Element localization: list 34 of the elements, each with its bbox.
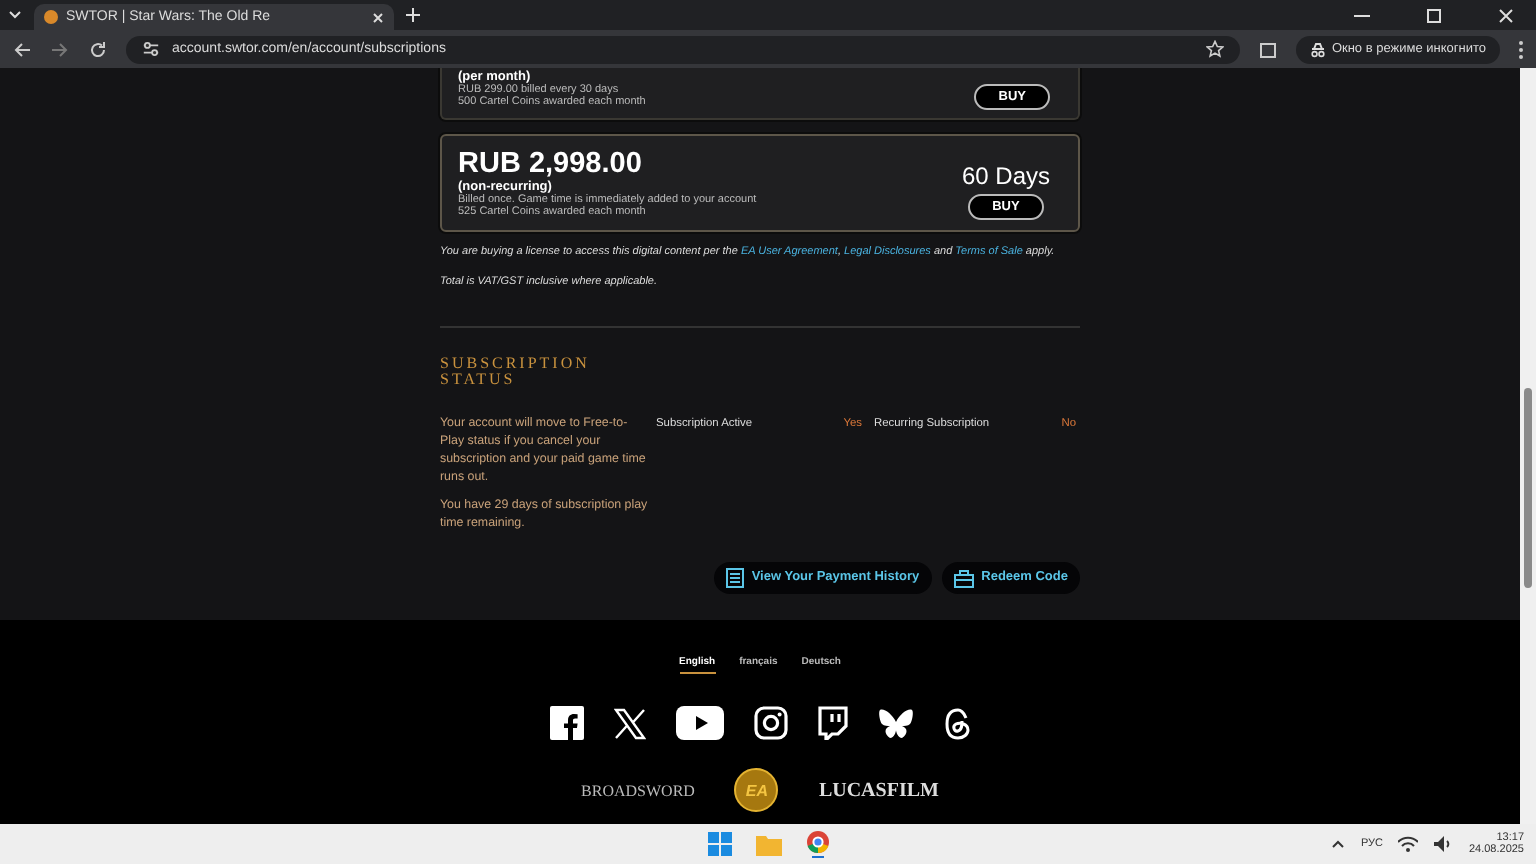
speaker-icon[interactable]	[1434, 836, 1453, 852]
forward-icon[interactable]	[50, 39, 70, 59]
incognito-icon	[1309, 41, 1326, 57]
menu-icon[interactable]	[1518, 39, 1524, 59]
at-sign-icon[interactable]	[943, 707, 971, 739]
back-icon[interactable]	[12, 39, 32, 59]
butterfly-icon[interactable]	[877, 707, 913, 739]
reload-icon[interactable]	[88, 39, 108, 59]
bookmark-star-icon[interactable]	[1205, 40, 1224, 58]
x-icon[interactable]	[613, 707, 645, 739]
site-settings-icon[interactable]	[142, 40, 160, 58]
wordmark-logo[interactable]: LUCASFILM	[818, 779, 939, 801]
video-play-icon[interactable]	[675, 706, 723, 740]
wordmark-logo[interactable]: BROADSWORD	[581, 781, 695, 799]
site-favicon-icon	[44, 10, 58, 24]
close-tab-icon[interactable]	[372, 11, 384, 23]
extensions-icon[interactable]	[1257, 39, 1278, 59]
camera-icon[interactable]	[753, 706, 787, 740]
chat-bubble-icon[interactable]	[817, 706, 847, 740]
close-icon[interactable]	[1496, 5, 1516, 25]
list-icon	[725, 567, 744, 588]
wifi-icon[interactable]	[1398, 836, 1419, 852]
restore-icon[interactable]	[1424, 5, 1444, 25]
scrollbar[interactable]	[1520, 68, 1536, 824]
chevron-up-icon[interactable]	[1332, 840, 1345, 848]
start-icon[interactable]	[707, 832, 731, 856]
plan-price: RUB 2,998.00	[458, 149, 644, 180]
new-tab-icon[interactable]	[406, 8, 420, 22]
tab-list-icon[interactable]	[8, 10, 22, 20]
gift-icon	[953, 567, 974, 588]
facebook-icon[interactable]	[549, 706, 583, 740]
browser-icon[interactable]	[805, 830, 829, 858]
section-heading: SUBSCRIPTION STATUS	[440, 355, 592, 390]
plan-duration: 60 Days	[961, 161, 1050, 190]
